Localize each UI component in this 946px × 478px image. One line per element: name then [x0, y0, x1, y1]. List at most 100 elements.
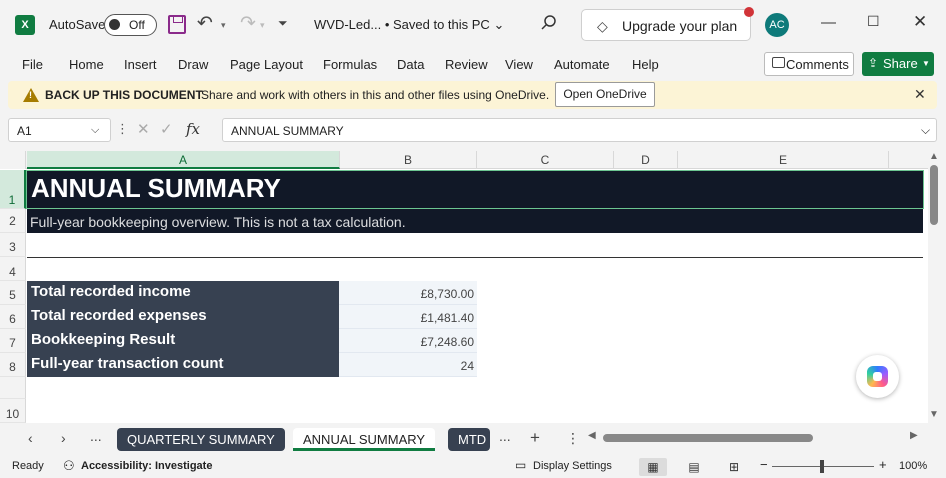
- enter-icon[interactable]: ✓: [160, 120, 173, 138]
- column-header-b[interactable]: B: [340, 151, 477, 169]
- accessibility-icon[interactable]: ⚇: [63, 458, 75, 474]
- summary-label-count[interactable]: Full-year transaction count: [27, 353, 339, 377]
- normal-view-icon[interactable]: ▦: [639, 458, 667, 476]
- status-ready: Ready: [12, 460, 44, 472]
- column-header-e[interactable]: E: [678, 151, 889, 169]
- close-icon[interactable]: ✕: [913, 12, 927, 32]
- autosave-state: Off: [129, 18, 145, 32]
- row-header-1[interactable]: 1: [0, 170, 26, 209]
- previous-sheet-icon[interactable]: ‹: [28, 430, 33, 446]
- summary-label-expenses[interactable]: Total recorded expenses: [27, 305, 339, 329]
- search-icon[interactable]: [540, 14, 558, 32]
- file-name-menu[interactable]: WVD-Led... • Saved to this PC ⌄: [314, 17, 504, 33]
- scroll-down-icon[interactable]: ▼: [929, 409, 939, 420]
- excel-window: X AutoSave Off ↶ ▾ ↷ ▾ ⏷ WVD-Led... • Sa…: [0, 0, 946, 478]
- upgrade-plan-button[interactable]: ◇ Upgrade your plan: [581, 7, 754, 41]
- menu-formulas[interactable]: Formulas: [323, 57, 377, 72]
- summary-label-result[interactable]: Bookkeeping Result: [27, 329, 339, 353]
- more-tabs-icon[interactable]: ...: [499, 428, 511, 444]
- display-settings-icon[interactable]: ▭: [515, 458, 526, 472]
- maximize-icon[interactable]: ☐: [867, 13, 880, 30]
- row-header-8[interactable]: 8: [0, 353, 26, 377]
- page-layout-view-icon[interactable]: ▤: [680, 458, 708, 476]
- zoom-level[interactable]: 100%: [899, 460, 927, 472]
- row-header-7[interactable]: 7: [0, 329, 26, 353]
- display-settings-label[interactable]: Display Settings: [533, 460, 612, 472]
- scroll-up-icon[interactable]: ▲: [929, 151, 939, 162]
- next-sheet-icon[interactable]: ›: [61, 430, 66, 446]
- column-header-c[interactable]: C: [477, 151, 614, 169]
- page-break-view-icon[interactable]: ⊞: [720, 458, 748, 476]
- menu-data[interactable]: Data: [397, 57, 424, 72]
- redo-dropdown-icon[interactable]: ▾: [260, 20, 265, 31]
- row-header-5[interactable]: 5: [0, 281, 26, 305]
- menu-insert[interactable]: Insert: [124, 57, 157, 72]
- expand-formula-icon[interactable]: ⌵: [921, 123, 930, 138]
- summary-value-income[interactable]: £8,730.00: [339, 281, 477, 305]
- copilot-button[interactable]: [856, 355, 899, 398]
- autosave-toggle[interactable]: Off: [104, 14, 157, 36]
- more-sheets-icon[interactable]: ...: [90, 428, 102, 444]
- worksheet-grid[interactable]: A B C D E 1 2 3 4 5 6 7 8 10 ANNUAL SUMM…: [0, 151, 928, 423]
- menu-file[interactable]: File: [22, 57, 43, 72]
- redo-icon[interactable]: ↷: [240, 12, 256, 35]
- menu-view[interactable]: View: [505, 57, 533, 72]
- zoom-slider-thumb[interactable]: [820, 460, 824, 473]
- scroll-left-icon[interactable]: ◀: [588, 430, 596, 441]
- add-sheet-icon[interactable]: +: [530, 428, 540, 448]
- vertical-scrollbar[interactable]: ▲ ▼: [928, 151, 942, 423]
- horizontal-scrollbar[interactable]: ◀ ▶: [588, 430, 923, 444]
- chevron-down-icon[interactable]: ⌵: [91, 124, 99, 137]
- close-icon[interactable]: ✕: [914, 86, 926, 103]
- section-divider: [27, 257, 923, 258]
- share-button[interactable]: ⇪ Share ▼: [862, 52, 934, 76]
- summary-value-expenses[interactable]: £1,481.40: [339, 305, 477, 329]
- menu-review[interactable]: Review: [445, 57, 488, 72]
- sheet-subtitle-cell[interactable]: Full-year bookkeeping overview. This is …: [30, 214, 406, 230]
- column-header-d[interactable]: D: [614, 151, 678, 169]
- row-header-4[interactable]: 4: [0, 257, 26, 281]
- comments-button[interactable]: Comments: [764, 52, 854, 76]
- menu-page-layout[interactable]: Page Layout: [230, 57, 303, 72]
- menu-automate[interactable]: Automate: [554, 57, 610, 72]
- row-header-9[interactable]: [0, 377, 26, 399]
- menu-help[interactable]: Help: [632, 57, 659, 72]
- status-bar: Ready ⚇ Accessibility: Investigate ▭ Dis…: [0, 455, 946, 478]
- autosave-label: AutoSave: [49, 17, 106, 32]
- tab-mtd[interactable]: MTD: [448, 428, 490, 451]
- row-header-2[interactable]: 2: [0, 209, 26, 233]
- accessibility-status[interactable]: Accessibility: Investigate: [81, 460, 212, 472]
- menu-home[interactable]: Home: [69, 57, 104, 72]
- scroll-right-icon[interactable]: ▶: [910, 430, 918, 441]
- vertical-scroll-thumb[interactable]: [930, 165, 938, 225]
- chevron-down-icon: ▼: [922, 59, 930, 68]
- row-header-3[interactable]: 3: [0, 233, 26, 257]
- undo-dropdown-icon[interactable]: ▾: [221, 20, 226, 31]
- sheet-title-cell[interactable]: ANNUAL SUMMARY: [31, 173, 281, 204]
- select-all-corner[interactable]: [0, 151, 26, 169]
- zoom-in-icon[interactable]: +: [879, 457, 887, 472]
- save-icon[interactable]: [168, 15, 186, 34]
- tab-quarterly-summary[interactable]: QUARTERLY SUMMARY: [117, 428, 285, 451]
- more-options-icon[interactable]: ⋮: [116, 121, 129, 137]
- tab-options-icon[interactable]: ⋮: [566, 430, 580, 447]
- summary-label-income[interactable]: Total recorded income: [27, 281, 339, 305]
- horizontal-scroll-thumb[interactable]: [603, 434, 813, 442]
- name-box[interactable]: A1 ⌵: [8, 118, 111, 142]
- formula-input[interactable]: ANNUAL SUMMARY ⌵: [222, 118, 937, 142]
- cancel-icon[interactable]: ✕: [137, 120, 150, 138]
- minimize-icon[interactable]: —: [821, 14, 836, 31]
- row-header-10[interactable]: 10: [0, 399, 26, 423]
- row-header-6[interactable]: 6: [0, 305, 26, 329]
- customize-toolbar-icon[interactable]: ⏷: [278, 16, 288, 31]
- menu-draw[interactable]: Draw: [178, 57, 208, 72]
- zoom-out-icon[interactable]: −: [760, 457, 768, 472]
- summary-value-count[interactable]: 24: [339, 353, 477, 377]
- tab-annual-summary[interactable]: ANNUAL SUMMARY: [293, 428, 436, 451]
- open-onedrive-button[interactable]: Open OneDrive: [555, 82, 655, 107]
- summary-value-result[interactable]: £7,248.60: [339, 329, 477, 353]
- column-header-a[interactable]: A: [27, 151, 340, 169]
- avatar[interactable]: AC: [765, 13, 789, 37]
- undo-icon[interactable]: ↶: [197, 12, 213, 35]
- insert-function-icon[interactable]: fx: [186, 120, 200, 138]
